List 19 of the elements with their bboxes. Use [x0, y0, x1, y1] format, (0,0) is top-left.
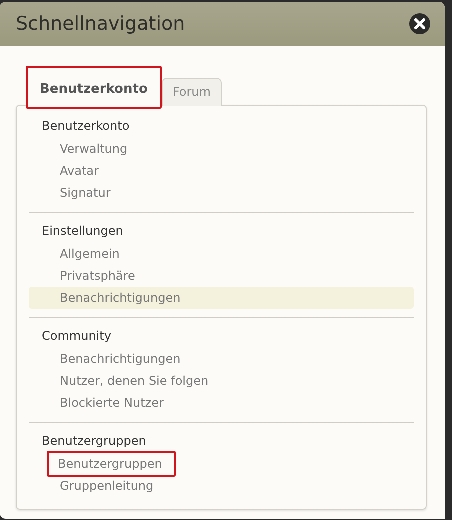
menu-item[interactable]: Gruppenleitung: [29, 475, 414, 497]
menu-item[interactable]: Benachrichtigungen: [29, 348, 414, 370]
tab[interactable]: Benutzerkonto: [26, 66, 162, 109]
menu-item[interactable]: Benachrichtigungen: [29, 287, 414, 309]
section-heading: Benutzerkonto: [41, 118, 131, 135]
menu-item[interactable]: Blockierte Nutzer: [29, 392, 414, 414]
menu-item[interactable]: Verwaltung: [29, 138, 414, 160]
menu-item[interactable]: Privatsphäre: [29, 265, 414, 287]
section-heading: Benutzergruppen: [41, 433, 148, 450]
menu-item[interactable]: Allgemein: [29, 243, 414, 265]
close-icon[interactable]: [409, 13, 431, 35]
section-heading: Einstellungen: [41, 223, 124, 240]
menu-item[interactable]: Benutzergruppen: [47, 451, 176, 477]
menu-item[interactable]: Avatar: [29, 160, 414, 182]
section-heading: Community: [41, 328, 112, 345]
menu-item[interactable]: Nutzer, denen Sie folgen: [29, 370, 414, 392]
tab[interactable]: Forum: [162, 78, 222, 106]
window-title: Schnellnavigation: [16, 13, 186, 35]
menu-item[interactable]: Signatur: [29, 182, 414, 204]
